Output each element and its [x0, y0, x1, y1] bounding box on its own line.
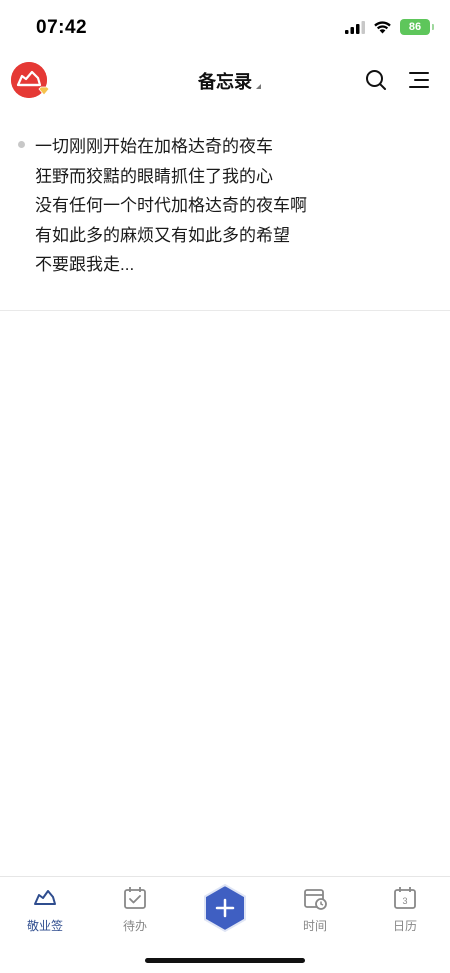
search-icon[interactable]	[364, 68, 388, 92]
memo-line: 狂野而狡黠的眼睛抓住了我的心	[35, 166, 273, 186]
memo-item[interactable]: 一切刚刚开始在加格达奇的夜车 狂野而狡黠的眼睛抓住了我的心 没有任何一个时代加格…	[0, 106, 450, 311]
memo-bullet	[18, 141, 25, 148]
battery-tip	[432, 24, 434, 30]
tab-todo[interactable]: 待办	[100, 885, 170, 934]
tab-label: 日历	[392, 919, 417, 933]
menu-icon[interactable]	[407, 68, 431, 92]
memo-line: 没有任何一个时代加格达奇的夜车啊	[35, 196, 307, 215]
battery-indicator: 86	[400, 19, 434, 35]
add-button[interactable]	[203, 884, 247, 932]
time-icon	[304, 889, 327, 910]
status-bar: 07:42 86	[0, 0, 450, 56]
status-icons: 86	[345, 19, 434, 35]
tab-label: 时间	[302, 919, 327, 933]
title-dropdown-caret-icon[interactable]	[256, 84, 261, 89]
calendar-icon: 3	[394, 887, 416, 909]
memo-list: 一切刚刚开始在加格达奇的夜车 狂野而狡黠的眼睛抓住了我的心 没有任何一个时代加格…	[0, 106, 450, 311]
todo-icon	[124, 887, 146, 909]
memo-line: 不要跟我走...	[35, 255, 135, 274]
sign-icon	[34, 890, 56, 905]
tab-label: 敬业签	[26, 919, 63, 933]
home-indicator	[145, 958, 305, 963]
tab-time[interactable]: 时间	[280, 885, 350, 934]
tab-label: 待办	[122, 919, 147, 933]
wifi-icon	[374, 21, 391, 34]
calendar-day: 3	[402, 896, 407, 906]
memo-line: 有如此多的麻烦又有如此多的希望	[35, 225, 290, 245]
status-time: 07:42	[36, 17, 88, 38]
memo-line: 一切刚刚开始在加格达奇的夜车	[35, 137, 273, 156]
cellular-signal-icon	[345, 20, 365, 34]
battery-level: 86	[408, 21, 422, 33]
app-header: 备忘录	[0, 56, 450, 106]
tab-calendar[interactable]: 3 日历	[370, 885, 440, 934]
tab-jingyeqian[interactable]: 敬业签	[10, 885, 80, 934]
